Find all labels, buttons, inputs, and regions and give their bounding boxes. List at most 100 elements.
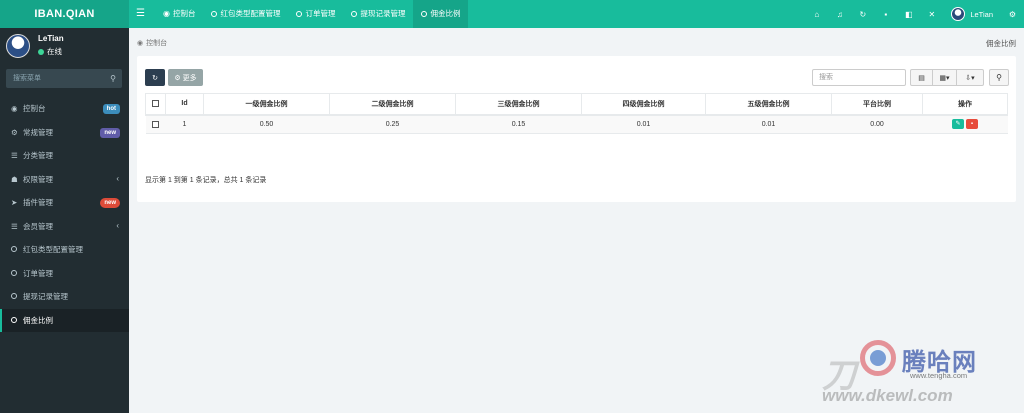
column-header[interactable]: 四级佣金比例 [581,93,706,116]
data-table: Id 一级佣金比例 二级佣金比例 三级佣金比例 四级佣金比例 五级佣金比例 平台… [145,93,1008,134]
sidebar-item-label: 订单管理 [23,268,53,278]
user-menu[interactable]: LeTian [943,7,1001,21]
column-header[interactable]: 二级佣金比例 [329,93,456,116]
circle-icon [296,11,303,17]
row-select-cell [145,114,166,134]
table-panel: ↻ ⚙ 更多 ▤ ▦▾ ⇩▾ ⚲ Id 一级佣金比例 二级佣金比例 [137,56,1016,202]
sidebar-item-general[interactable]: ⚙ 常规管理 new [0,121,129,145]
sidebar-item-members[interactable]: ☰ 会员管理 ‹ [0,215,129,239]
columns-icon: ▦▾ [939,74,950,82]
list-icon: ☰ [11,221,18,231]
circle-icon [11,269,23,278]
sidebar: LeTian 在线 ⚲ ◉ 控制台 hot ⚙ 常规管理 new ☰ 分类管理 … [0,28,129,413]
sidebar-item-label: 控制台 [23,104,46,114]
circle-icon [421,11,428,17]
dashboard-icon: ◉ [11,104,18,114]
gear-icon: ⚙ [174,74,181,82]
tab-commission[interactable]: 佣金比例 [413,0,469,28]
column-header[interactable]: 平台比例 [831,93,923,116]
badge-hot: hot [102,104,120,114]
circle-icon [11,292,23,301]
top-navbar: IBAN.QIAN ☰ ◉ 控制台 红包类型配置管理 订单管理 提现记录管理 佣… [0,0,1024,28]
sidebar-item-redpacket-config[interactable]: 红包类型配置管理 [0,238,129,262]
columns-button[interactable]: ▦▾ [932,69,957,86]
row-actions: ✎ ▪ [952,119,978,130]
edit-button[interactable]: ✎ [952,119,964,130]
column-header[interactable]: 三级佣金比例 [455,93,582,116]
table-row: 1 0.50 0.25 0.15 0.01 0.01 0.00 ✎ ▪ [145,114,1008,134]
sidebar-item-auth[interactable]: ☗ 权限管理 ‹ [0,168,129,192]
refresh-button[interactable]: ↻ [145,69,165,86]
sidebar-item-label: 插件管理 [23,198,53,208]
export-button[interactable]: ⇩▾ [956,69,984,86]
table-cell: 0.25 [329,114,456,134]
select-all-checkbox[interactable] [152,100,159,108]
table-search [812,69,906,86]
table-cell: 1 [165,114,204,134]
chevron-left-icon: ‹ [116,173,119,183]
table-cell: 0.01 [581,114,706,134]
sidebar-item-orders[interactable]: 订单管理 [0,262,129,286]
column-header[interactable]: Id [165,93,204,116]
main-content: ◉ 控制台 佣金比例 ↻ ⚙ 更多 ▤ ▦▾ ⇩▾ ⚲ Id [129,28,1024,413]
tab-withdrawals[interactable]: 提现记录管理 [343,0,413,28]
table-cell: 0.15 [455,114,582,134]
sidebar-item-label: 提现记录管理 [23,292,68,302]
more-label: 更多 [182,74,197,82]
row-checkbox[interactable] [152,120,159,128]
gears-icon[interactable]: ⚙ [1001,0,1024,28]
app-logo[interactable]: IBAN.QIAN [0,0,129,28]
sidebar-item-withdrawals[interactable]: 提现记录管理 [0,285,129,309]
sidebar-item-dashboard[interactable]: ◉ 控制台 hot [0,97,129,121]
row-actions-cell: ✎ ▪ [922,114,1008,134]
search-icon[interactable]: ⚲ [110,74,116,83]
sidebar-search-input[interactable] [6,69,104,88]
pencil-icon: ✎ [955,121,961,128]
refresh-icon[interactable]: ↻ [851,0,874,28]
rocket-icon: ➤ [11,198,18,208]
column-header[interactable]: 一级佣金比例 [203,93,330,116]
sidebar-menu: ◉ 控制台 hot ⚙ 常规管理 new ☰ 分类管理 ☗ 权限管理 ‹ ➤ 插… [0,97,129,332]
delete-button[interactable]: ▪ [966,119,978,130]
chevron-left-icon: ‹ [116,220,119,230]
bell-icon[interactable]: ♫ [828,0,851,28]
nav-tabs: ◉ 控制台 红包类型配置管理 订单管理 提现记录管理 佣金比例 [155,0,469,28]
breadcrumb: ◉ 控制台 [137,38,167,48]
more-button[interactable]: ⚙ 更多 [168,69,203,86]
badge-new: new [100,127,120,138]
avatar [951,7,966,21]
user-name: LeTian [38,34,64,43]
select-all-cell [145,93,166,116]
common-search-button[interactable]: ⚲ [989,69,1009,86]
sidebar-item-label: 权限管理 [23,174,53,184]
online-dot-icon [38,48,44,55]
toggle-view-button[interactable]: ▤ [910,69,933,86]
circle-icon [351,11,358,17]
cogs-icon: ⚙ [11,127,18,137]
search-icon: ⚲ [996,73,1002,82]
tab-redpacket-config[interactable]: 红包类型配置管理 [203,0,288,28]
pagination-info: 显示第 1 到第 1 条记录，总共 1 条记录 [145,177,267,184]
sidebar-toggle-icon[interactable]: ☰ [136,8,147,20]
column-header[interactable]: 五级佣金比例 [705,93,832,116]
table-search-input[interactable] [813,70,905,85]
breadcrumb-item[interactable]: 控制台 [146,38,167,48]
fullscreen-icon[interactable]: ✕ [920,0,943,28]
tab-dashboard[interactable]: ◉ 控制台 [155,0,203,28]
group-icon: ☗ [11,174,18,184]
sidebar-item-addons[interactable]: ➤ 插件管理 new [0,191,129,215]
top-right-tools: ⌂ ♫ ↻ ▪ ◧ ✕ LeTian ⚙ [805,0,1024,28]
table-cell: 0.01 [705,114,832,134]
user-status: 在线 [38,46,62,57]
sidebar-item-category[interactable]: ☰ 分类管理 [0,144,129,168]
sidebar-item-commission[interactable]: 佣金比例 [0,308,129,332]
tab-label: 红包类型配置管理 [220,9,281,18]
home-icon[interactable]: ⌂ [805,0,828,28]
trash-icon[interactable]: ▪ [874,0,897,28]
card-view-icon: ▤ [918,74,925,82]
tab-orders[interactable]: 订单管理 [288,0,343,28]
translate-icon[interactable]: ◧ [897,0,920,28]
circle-icon [11,245,23,254]
sidebar-search: ⚲ [6,69,122,88]
export-icon: ⇩▾ [965,74,975,82]
